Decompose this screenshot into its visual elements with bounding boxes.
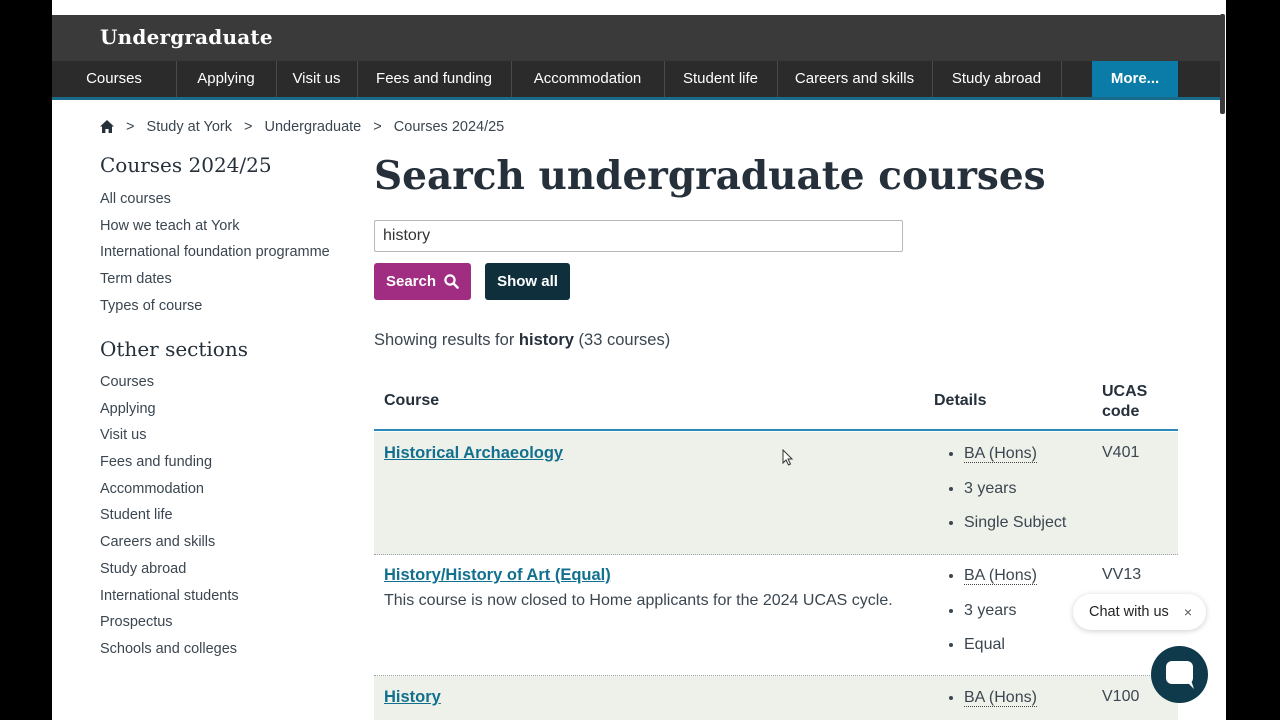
detail-award-abbr[interactable]: BA (Hons) (964, 567, 1037, 585)
sidebar-section-title[interactable]: Courses 2024/25 (100, 153, 272, 177)
sidebar-item-international-foundation[interactable]: International foundation programme (100, 239, 330, 266)
breadcrumb-study-at-york[interactable]: Study at York (147, 119, 232, 135)
site-header: Undergraduate (52, 15, 1220, 61)
detail-type: Single Subject (964, 511, 1066, 546)
chat-bubble-icon (1166, 661, 1194, 689)
detail-award: BA (Hons) (964, 686, 1037, 720)
main-nav: Courses Applying Visit us Fees and fundi… (52, 61, 1220, 100)
sidebar-item-international-students[interactable]: International students (100, 583, 239, 610)
breadcrumb-undergraduate[interactable]: Undergraduate (265, 119, 362, 135)
video-frame-left (0, 0, 52, 720)
table-row: History BA (Hons) V100 (374, 676, 1178, 720)
results-query: history (518, 331, 574, 349)
course-details: BA (Hons) 3 years Single Subject (934, 442, 1066, 546)
column-header-course: Course (384, 392, 440, 409)
chat-prompt[interactable]: Chat with us × (1073, 594, 1206, 630)
breadcrumb-separator: > (244, 119, 253, 135)
page-title: Search undergraduate courses (374, 153, 1046, 199)
top-strip (52, 0, 1226, 15)
page: Undergraduate Courses Applying Visit us … (52, 15, 1220, 720)
nav-careers-and-skills[interactable]: Careers and skills (777, 61, 933, 97)
detail-award: BA (Hons) (964, 442, 1066, 477)
brand-title[interactable]: Undergraduate (100, 25, 273, 49)
course-link-historical-archaeology[interactable]: Historical Archaeology (384, 444, 563, 463)
breadcrumb-current: Courses 2024/25 (393, 119, 505, 135)
sidebar-item-study-abroad[interactable]: Study abroad (100, 556, 239, 583)
course-link-history-history-of-art[interactable]: History/History of Art (Equal) (384, 566, 611, 585)
search-button[interactable]: Search (374, 263, 471, 300)
sidebar-item-prospectus[interactable]: Prospectus (100, 609, 239, 636)
ucas-code: V100 (1102, 688, 1140, 705)
nav-more-button[interactable]: More... (1092, 61, 1178, 97)
column-header-ucas-line1: UCAS (1102, 383, 1148, 400)
sidebar-course-links: All courses How we teach at York Interna… (100, 186, 330, 319)
scrollbar-thumb[interactable] (1220, 14, 1225, 114)
nav-visit-us[interactable]: Visit us (276, 61, 358, 97)
sidebar-item-schools-and-colleges[interactable]: Schools and colleges (100, 636, 239, 663)
course-link-history[interactable]: History (384, 688, 441, 707)
video-frame-right (1226, 0, 1280, 720)
detail-award-abbr[interactable]: BA (Hons) (964, 445, 1037, 463)
detail-award-abbr[interactable]: BA (Hons) (964, 689, 1037, 707)
chat-launcher-button[interactable] (1151, 646, 1208, 703)
breadcrumb-separator: > (126, 119, 135, 135)
sidebar-item-how-we-teach[interactable]: How we teach at York (100, 213, 330, 240)
sidebar-item-term-dates[interactable]: Term dates (100, 266, 330, 293)
ucas-code: VV13 (1102, 566, 1142, 583)
column-header-details: Details (934, 392, 987, 409)
detail-duration: 3 years (964, 599, 1037, 634)
nav-accommodation[interactable]: Accommodation (511, 61, 665, 97)
detail-award: BA (Hons) (964, 564, 1037, 599)
results-prefix: Showing results for (374, 331, 515, 349)
detail-type: Equal (964, 633, 1037, 668)
chat-label: Chat with us (1089, 604, 1169, 620)
table-row: Historical Archaeology BA (Hons) 3 years… (374, 432, 1178, 555)
sidebar-item-visit-us[interactable]: Visit us (100, 422, 239, 449)
nav-student-life[interactable]: Student life (664, 61, 778, 97)
ucas-code: V401 (1102, 444, 1140, 461)
sidebar-item-accommodation[interactable]: Accommodation (100, 476, 239, 503)
nav-fees-and-funding[interactable]: Fees and funding (357, 61, 512, 97)
table-header-divider (374, 429, 1178, 431)
sidebar-item-careers-and-skills[interactable]: Careers and skills (100, 529, 239, 556)
breadcrumb-separator: > (373, 119, 382, 135)
course-details: BA (Hons) (934, 686, 1037, 720)
search-button-label: Search (385, 273, 437, 290)
search-input[interactable] (374, 220, 903, 252)
course-details: BA (Hons) 3 years Equal (934, 564, 1037, 668)
detail-duration: 3 years (964, 477, 1066, 512)
results-summary: Showing results for history (33 courses) (374, 331, 670, 350)
nav-study-abroad[interactable]: Study abroad (932, 61, 1062, 97)
mouse-cursor-icon (782, 448, 794, 471)
nav-courses[interactable]: Courses (52, 61, 177, 97)
sidebar-item-applying[interactable]: Applying (100, 396, 239, 423)
sidebar-other-sections-title: Other sections (100, 337, 248, 361)
search-icon (444, 266, 459, 303)
column-header-ucas: UCAS code (1102, 382, 1147, 422)
sidebar-item-types-of-course[interactable]: Types of course (100, 293, 330, 320)
sidebar-item-fees-and-funding[interactable]: Fees and funding (100, 449, 239, 476)
home-icon[interactable] (100, 120, 114, 137)
course-closed-note: This course is now closed to Home applic… (384, 592, 893, 609)
sidebar-item-student-life[interactable]: Student life (100, 502, 239, 529)
sidebar-other-links: Courses Applying Visit us Fees and fundi… (100, 369, 239, 663)
sidebar-item-courses[interactable]: Courses (100, 369, 239, 396)
table-row: History/History of Art (Equal) This cour… (374, 555, 1178, 676)
sidebar-item-all-courses[interactable]: All courses (100, 186, 330, 213)
show-all-button[interactable]: Show all (485, 263, 570, 300)
column-header-ucas-line2: code (1102, 403, 1140, 420)
breadcrumb: > Study at York > Undergraduate > Course… (100, 119, 504, 137)
close-icon[interactable]: × (1184, 594, 1192, 630)
results-count: (33 courses) (578, 331, 671, 349)
nav-applying[interactable]: Applying (176, 61, 277, 97)
